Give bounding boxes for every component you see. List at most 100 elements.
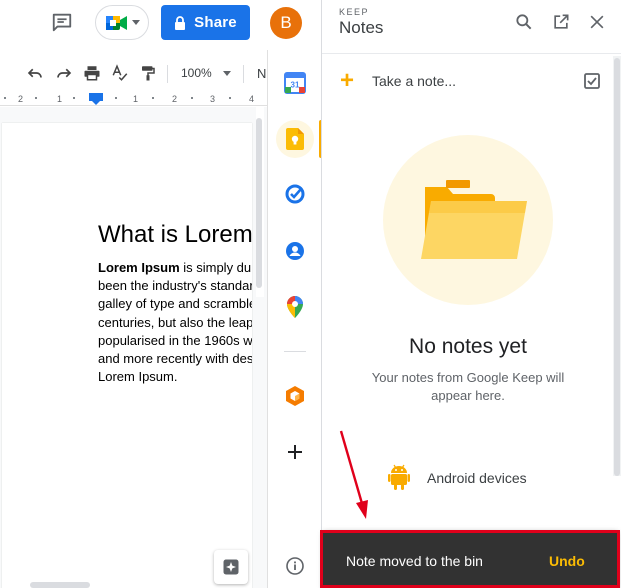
ruler-number: 2: [18, 94, 24, 104]
vertical-scrollbar-thumb[interactable]: [256, 118, 262, 288]
empty-subtitle: Your notes from Google Keep will appear …: [371, 370, 565, 403]
docs-toolbar: 100% N: [0, 57, 267, 89]
ruler-tick: [229, 97, 231, 99]
zoom-caret-icon[interactable]: [223, 71, 231, 76]
doc-text: popularised in the 1960s with the releas…: [98, 332, 252, 348]
share-label: Share: [194, 14, 237, 31]
style-select[interactable]: N: [257, 66, 266, 81]
docs-topbar: Share: [0, 0, 267, 50]
add-icon: [288, 445, 302, 459]
doc-line: been the industry's standard dummy text: [98, 277, 252, 295]
snackbar-message: Note moved to the bin: [346, 553, 483, 569]
horizontal-scrollbar-thumb[interactable]: [30, 582, 90, 588]
close-icon[interactable]: [587, 12, 607, 32]
calendar-button[interactable]: 31: [280, 68, 310, 98]
ruler-number: 4: [249, 94, 255, 104]
new-list-checkbox-icon[interactable]: [583, 72, 601, 90]
comment-icon[interactable]: [51, 11, 73, 33]
keep-panel: KEEP Notes + Take a note... No notes yet…: [321, 0, 621, 588]
explore-button[interactable]: [214, 550, 248, 584]
ruler-tick: [73, 97, 75, 99]
doc-bold-text: Lorem Ipsum: [98, 260, 180, 275]
search-icon[interactable]: [514, 12, 534, 32]
chevron-down-icon: [131, 20, 140, 25]
spellcheck-icon[interactable]: [111, 64, 129, 82]
redo-icon[interactable]: [55, 64, 73, 82]
keep-button[interactable]: [280, 124, 310, 154]
lock-icon: [175, 15, 186, 30]
empty-state-illustration: [383, 135, 553, 305]
doc-line: popularised in the 1960s with the releas…: [98, 332, 252, 350]
paint-format-icon[interactable]: [139, 64, 157, 82]
calendar-day: 31: [291, 81, 300, 90]
keep-title: Notes: [339, 18, 384, 37]
doc-heading: What is Lorem: [98, 221, 252, 248]
avatar[interactable]: B: [270, 7, 302, 39]
android-devices-link[interactable]: Android devices: [386, 464, 586, 492]
info-icon: [286, 557, 304, 575]
take-note-placeholder: Take a note...: [372, 73, 457, 89]
maps-icon: [287, 296, 303, 318]
contacts-icon: [286, 242, 304, 260]
meet-button[interactable]: [95, 5, 149, 40]
doc-text: centuries, but also the leap into electr…: [98, 314, 252, 330]
doc-line: Lorem Ipsum.: [98, 368, 252, 386]
take-note-input[interactable]: + Take a note...: [340, 66, 602, 96]
office-addon-button[interactable]: [280, 381, 310, 411]
maps-button[interactable]: [280, 292, 310, 322]
ruler-tick: [35, 97, 37, 99]
document-page[interactable]: What is Lorem Lorem Ipsum is simply dumm…: [2, 123, 252, 588]
doc-line: centuries, but also the leap into electr…: [98, 314, 252, 332]
ruler-number: 1: [57, 94, 63, 104]
tasks-button[interactable]: [280, 179, 310, 209]
doc-line: Lorem Ipsum is simply dummy text of the …: [98, 259, 252, 277]
add-addon-button[interactable]: [280, 437, 310, 467]
indent-marker-tip[interactable]: [91, 100, 101, 105]
android-icon: [388, 464, 410, 490]
keep-header: KEEP Notes: [322, 0, 621, 54]
ruler[interactable]: 2 1 1 2 3 4: [0, 92, 267, 106]
avatar-initial: B: [280, 13, 292, 32]
undo-icon[interactable]: [26, 64, 44, 82]
ruler-tick: [4, 97, 6, 99]
doc-text: is simply dummy text of the printing: [183, 260, 252, 275]
sparkle-icon: [223, 559, 239, 575]
ruler-number: 3: [210, 94, 216, 104]
toolbar-divider: [167, 65, 168, 83]
document-canvas: What is Lorem Lorem Ipsum is simply dumm…: [0, 107, 267, 588]
plus-icon: +: [340, 67, 355, 94]
contacts-button[interactable]: [280, 236, 310, 266]
toolbar-divider: [243, 65, 244, 83]
share-button[interactable]: Share: [161, 5, 250, 40]
info-button[interactable]: [280, 551, 310, 581]
doc-body: Lorem Ipsum is simply dummy text of the …: [98, 259, 252, 386]
app-window: Share B 100% N 2 1 1 2 3 4 What is Lorem…: [0, 0, 621, 588]
doc-text: galley of type and scrambled it to make: [98, 296, 252, 312]
calendar-icon: 31: [284, 72, 306, 94]
office-addon-icon: [286, 386, 304, 406]
empty-title: No notes yet: [409, 335, 527, 358]
rail-divider: [284, 351, 306, 352]
doc-line: galley of type and scrambled it to make: [98, 295, 252, 313]
keep-scrollbar-thumb[interactable]: [614, 58, 620, 476]
print-icon[interactable]: [83, 64, 101, 82]
ruler-number: 2: [172, 94, 178, 104]
zoom-select[interactable]: 100%: [181, 66, 212, 80]
doc-line: and more recently with desktop publishin…: [98, 350, 252, 368]
folder-icon: [421, 180, 527, 259]
doc-text: Lorem Ipsum.: [98, 369, 178, 385]
doc-text: and more recently with desktop publishin…: [98, 351, 252, 367]
ruler-number: 1: [133, 94, 139, 104]
side-panel-rail: 31: [267, 50, 322, 588]
tasks-icon: [285, 184, 305, 204]
undo-button[interactable]: Undo: [549, 553, 585, 569]
android-devices-label: Android devices: [427, 470, 527, 486]
ruler-tick: [115, 97, 117, 99]
doc-text: been the industry's standard dummy text: [98, 278, 252, 294]
keep-app-label: KEEP: [339, 7, 370, 17]
open-in-new-icon[interactable]: [551, 12, 571, 32]
keep-icon: [286, 128, 304, 150]
ruler-tick: [152, 97, 154, 99]
snackbar: Note moved to the bin Undo: [323, 530, 618, 588]
ruler-tick: [191, 97, 193, 99]
